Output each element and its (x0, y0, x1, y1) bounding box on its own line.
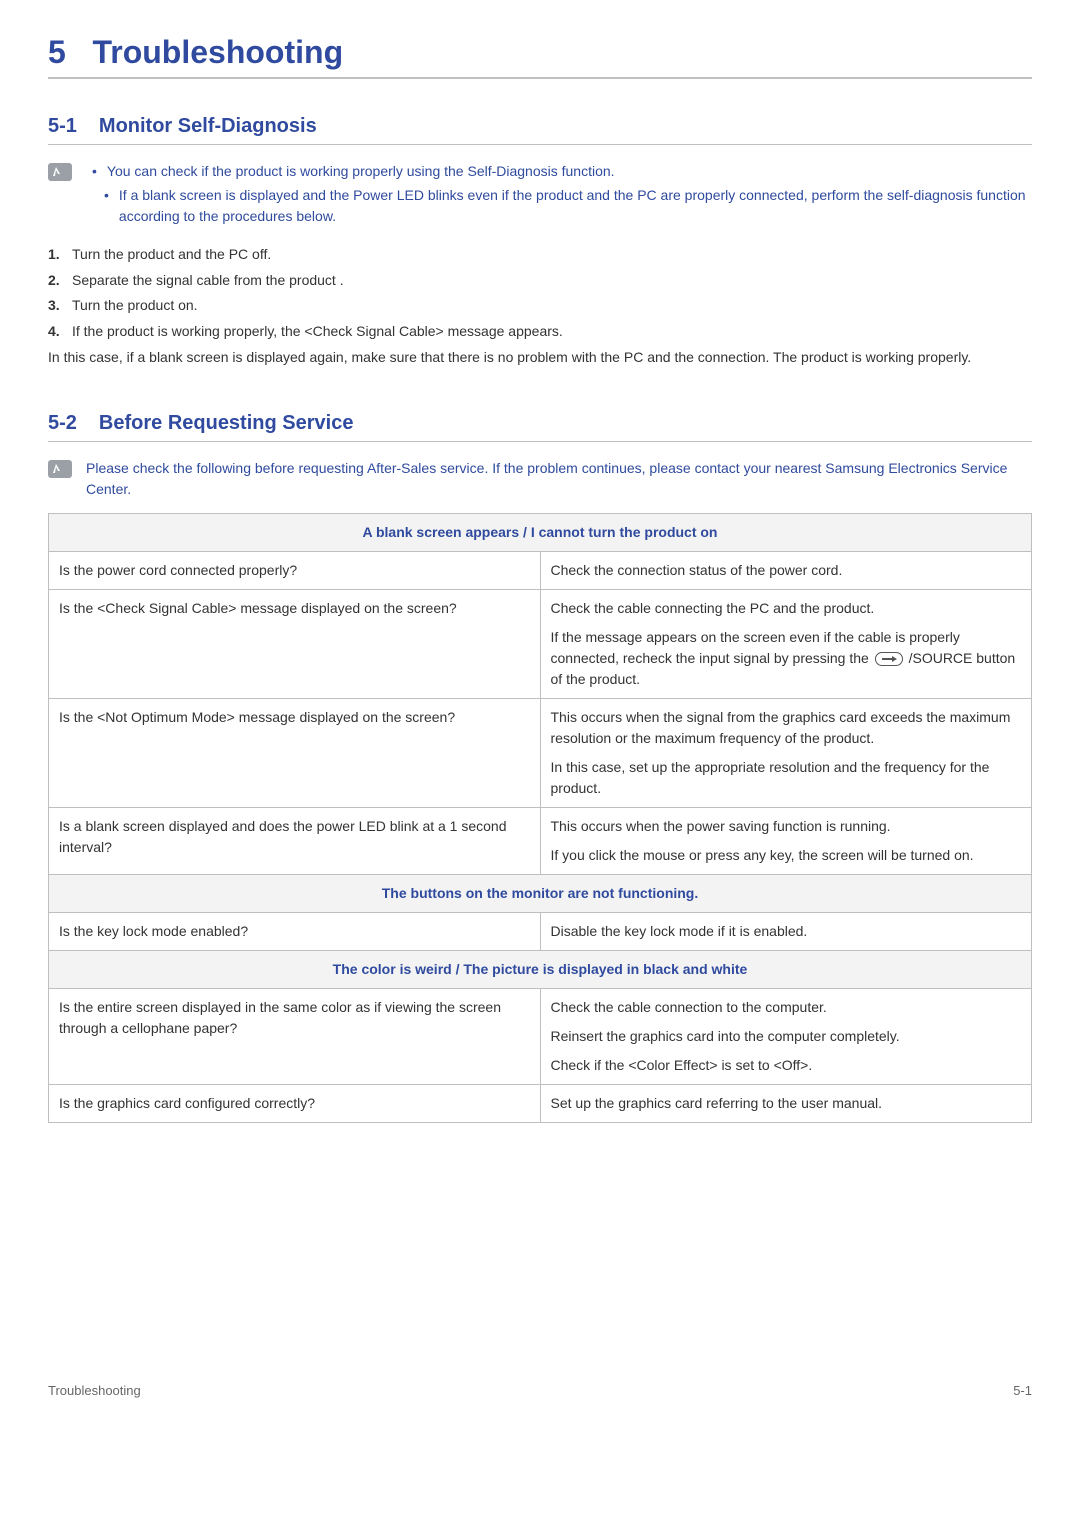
question-cell: Is the key lock mode enabled? (49, 912, 541, 950)
answer-cell: Check the connection status of the power… (540, 551, 1032, 589)
table-header: The buttons on the monitor are not funct… (49, 874, 1032, 912)
table-row: Is the <Not Optimum Mode> message displa… (49, 698, 1032, 807)
question-cell: Is a blank screen displayed and does the… (49, 807, 541, 874)
answer-cell: Check the cable connecting the PC and th… (540, 589, 1032, 698)
step-item: 2. Separate the signal cable from the pro… (48, 270, 1032, 292)
step-number: 1. (48, 244, 66, 266)
note-item: • If a blank screen is displayed and the… (98, 185, 1032, 226)
note-text: Please check the following before reques… (86, 458, 1032, 499)
question-cell: Is the entire screen displayed in the sa… (49, 988, 541, 1084)
step-item: 4. If the product is working properly, th… (48, 321, 1032, 343)
troubleshooting-table: A blank screen appears / I cannot turn t… (48, 513, 1032, 1123)
bullet-icon: • (98, 185, 109, 226)
step-number: 2. (48, 270, 66, 292)
table-row: Is a blank screen displayed and does the… (49, 807, 1032, 874)
section-number: 5-2 (48, 412, 77, 435)
answer-text: This occurs when the signal from the gra… (551, 707, 1022, 749)
section-title: Before Requesting Service (99, 412, 354, 435)
section-number: 5-1 (48, 115, 77, 138)
answer-cell: This occurs when the power saving functi… (540, 807, 1032, 874)
table-row: Is the key lock mode enabled? Disable th… (49, 912, 1032, 950)
step-text: Turn the product on. (72, 295, 198, 317)
answer-text: If the message appears on the screen eve… (551, 627, 1022, 690)
divider (48, 77, 1032, 79)
chapter-heading: 5 Troubleshooting (48, 34, 1032, 77)
divider (48, 441, 1032, 442)
table-header-row: The color is weird / The picture is disp… (49, 950, 1032, 988)
footer-right: 5-1 (1013, 1383, 1032, 1398)
question-cell: Is the power cord connected properly? (49, 551, 541, 589)
answer-text: Reinsert the graphics card into the comp… (551, 1026, 1022, 1047)
step-item: 1. Turn the product and the PC off. (48, 244, 1032, 266)
table-header-row: The buttons on the monitor are not funct… (49, 874, 1032, 912)
note-list: • You can check if the product is workin… (86, 161, 1032, 230)
step-number: 3. (48, 295, 66, 317)
step-text: Separate the signal cable from the produ… (72, 270, 344, 292)
answer-cell: Check the cable connection to the comput… (540, 988, 1032, 1084)
step-list: 1. Turn the product and the PC off. 2. Sep… (48, 244, 1032, 343)
table-row: Is the <Check Signal Cable> message disp… (49, 589, 1032, 698)
bullet-icon: • (86, 161, 97, 181)
step-item: 3. Turn the product on. (48, 295, 1032, 317)
note-icon (48, 163, 72, 181)
table-header: The color is weird / The picture is disp… (49, 950, 1032, 988)
section-heading: 5-2 Before Requesting Service (48, 412, 1032, 441)
section-heading: 5-1 Monitor Self-Diagnosis (48, 115, 1032, 144)
answer-text: Check the cable connecting the PC and th… (551, 598, 1022, 619)
answer-cell: This occurs when the signal from the gra… (540, 698, 1032, 807)
question-cell: Is the graphics card configured correctl… (49, 1084, 541, 1122)
step-text: If the product is working properly, the … (72, 321, 563, 343)
step-number: 4. (48, 321, 66, 343)
note-block: • You can check if the product is workin… (48, 161, 1032, 230)
paragraph: In this case, if a blank screen is displ… (48, 347, 1032, 369)
note-text: If a blank screen is displayed and the P… (119, 185, 1032, 226)
note-icon (48, 460, 72, 478)
table-row: Is the graphics card configured correctl… (49, 1084, 1032, 1122)
note-item: • You can check if the product is workin… (86, 161, 1032, 181)
page-footer: Troubleshooting 5-1 (48, 1163, 1032, 1398)
question-cell: Is the <Not Optimum Mode> message displa… (49, 698, 541, 807)
answer-text: This occurs when the power saving functi… (551, 816, 1022, 837)
footer-left: Troubleshooting (48, 1383, 141, 1398)
table-row: Is the entire screen displayed in the sa… (49, 988, 1032, 1084)
chapter-number: 5 (48, 34, 66, 70)
section-title: Monitor Self-Diagnosis (99, 115, 317, 138)
source-button-icon (875, 652, 903, 666)
chapter-title-text: Troubleshooting (92, 34, 343, 70)
document-page: 5 Troubleshooting 5-1 Monitor Self-Diagn… (0, 0, 1080, 1418)
note-block: Please check the following before reques… (48, 458, 1032, 499)
answer-cell: Set up the graphics card referring to th… (540, 1084, 1032, 1122)
step-text: Turn the product and the PC off. (72, 244, 271, 266)
answer-cell: Disable the key lock mode if it is enabl… (540, 912, 1032, 950)
question-cell: Is the <Check Signal Cable> message disp… (49, 589, 541, 698)
table-header-row: A blank screen appears / I cannot turn t… (49, 513, 1032, 551)
answer-text: Check if the <Color Effect> is set to <O… (551, 1055, 1022, 1076)
answer-text: In this case, set up the appropriate res… (551, 757, 1022, 799)
divider (48, 144, 1032, 145)
table-header: A blank screen appears / I cannot turn t… (49, 513, 1032, 551)
note-text: You can check if the product is working … (107, 161, 1032, 181)
answer-text: If you click the mouse or press any key,… (551, 845, 1022, 866)
table-row: Is the power cord connected properly? Ch… (49, 551, 1032, 589)
answer-text: Check the cable connection to the comput… (551, 997, 1022, 1018)
